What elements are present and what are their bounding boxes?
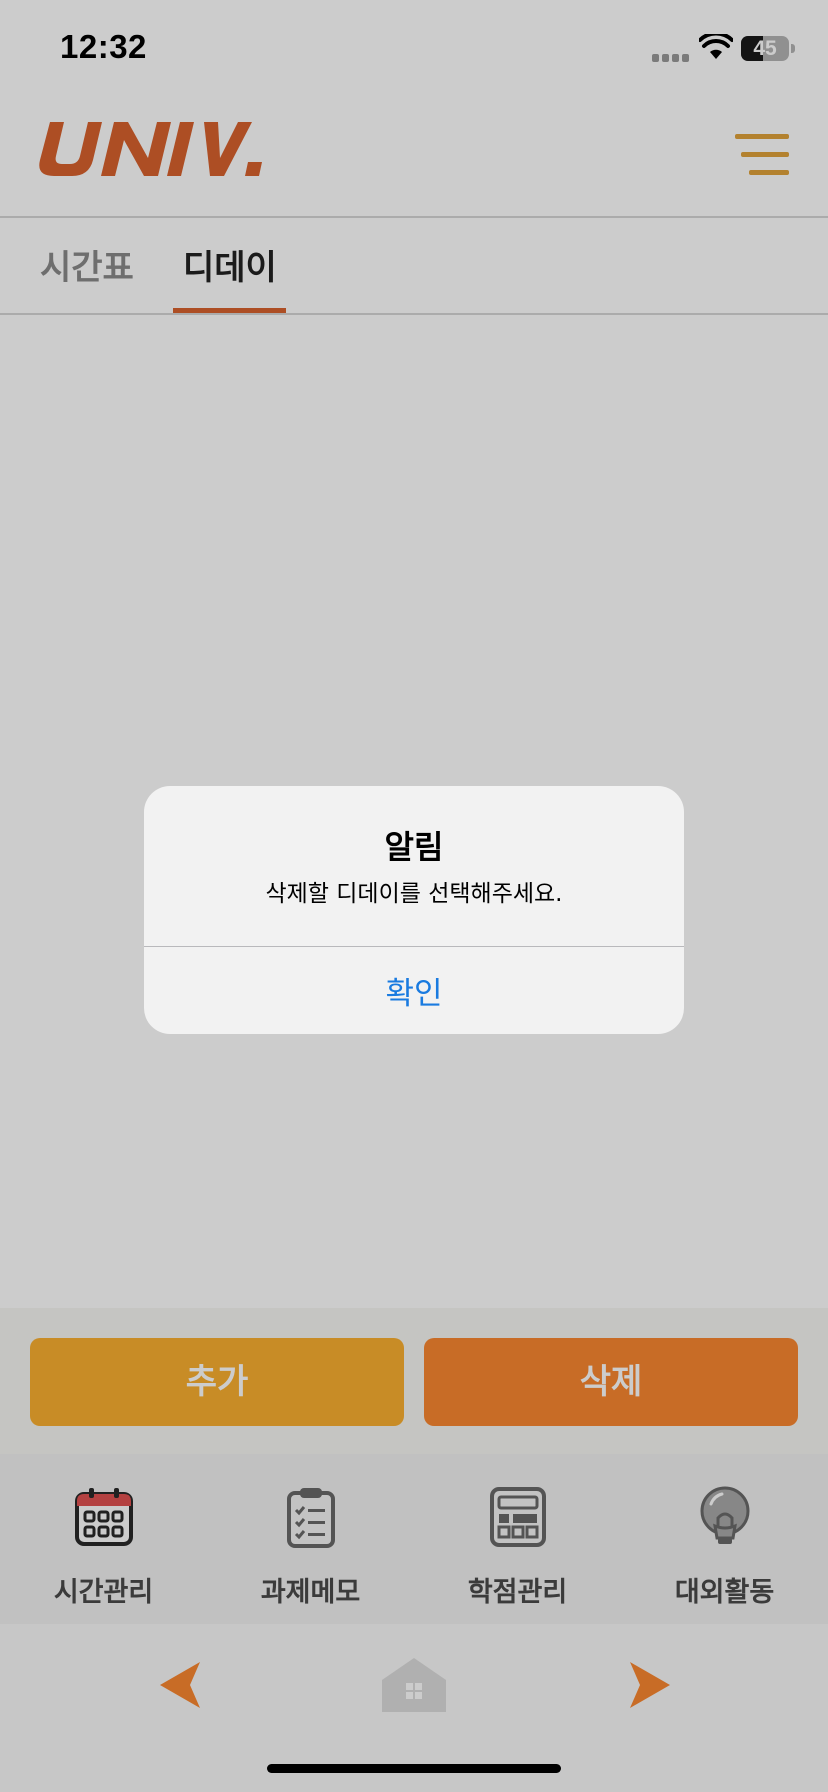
alert-confirm-button[interactable]: 확인 — [144, 947, 684, 1034]
alert-dialog: 알림 삭제할 디데이를 선택해주세요. 확인 — [144, 786, 684, 1034]
alert-title: 알림 — [384, 828, 444, 866]
alert-message: 삭제할 디데이를 선택해주세요. — [265, 881, 563, 907]
home-indicator[interactable] — [267, 1764, 561, 1773]
